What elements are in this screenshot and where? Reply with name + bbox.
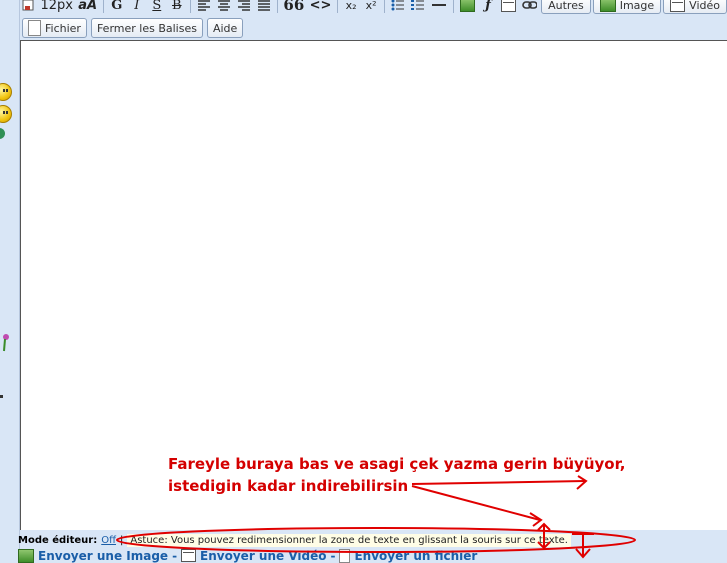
- file-icon: [339, 548, 351, 563]
- fichier-button-label: Fichier: [45, 21, 81, 35]
- link-separator: -: [330, 548, 336, 563]
- link-icon[interactable]: [520, 0, 540, 14]
- bullet-list-icon[interactable]: [389, 0, 407, 14]
- flower-icon[interactable]: [0, 333, 10, 353]
- format-toolbar: 12px aA G I S B 66 <> x₂ x² ƒ Autres Ima…: [19, 0, 727, 14]
- bold-button[interactable]: G: [108, 0, 126, 14]
- smiley-icon[interactable]: [0, 83, 12, 101]
- smiley-icon[interactable]: [0, 128, 5, 139]
- superscript-icon[interactable]: x²: [362, 0, 380, 14]
- video-button[interactable]: Vidéo: [663, 0, 727, 14]
- file-icon: [28, 20, 41, 36]
- toolbar-divider: [102, 0, 104, 13]
- flash-icon[interactable]: ƒ: [479, 0, 497, 14]
- editor-mode-toggle-link[interactable]: Off: [101, 535, 116, 546]
- status-separator: |: [120, 534, 124, 546]
- annotation-text: Fareyle buraya bas ve asagi çek yazma ge…: [168, 453, 626, 497]
- toolbar-divider: [337, 0, 339, 13]
- subscript-icon[interactable]: x₂: [342, 0, 360, 14]
- editor-status-bar: Mode éditeur: Off | Astuce: Vous pouvez …: [18, 531, 727, 549]
- font-size-select[interactable]: 12px: [39, 0, 75, 14]
- video-insert-icon[interactable]: [499, 0, 518, 14]
- strikethrough-button[interactable]: B: [168, 0, 186, 14]
- text-size-icon[interactable]: aA: [77, 0, 99, 14]
- numbered-list-icon[interactable]: [409, 0, 427, 14]
- toolbar-divider: [384, 0, 386, 13]
- image-icon: [18, 548, 34, 563]
- video-icon: [670, 0, 686, 12]
- annotation-line-1: Fareyle buraya bas ve asagi çek yazma ge…: [168, 455, 626, 473]
- align-center-icon[interactable]: [215, 0, 233, 14]
- video-button-label: Vidéo: [689, 0, 720, 12]
- align-justify-icon[interactable]: [255, 0, 273, 14]
- horizontal-rule-icon[interactable]: [429, 0, 449, 14]
- close-tags-button[interactable]: Fermer les Balises: [90, 18, 203, 38]
- link-separator: -: [172, 548, 178, 563]
- image-button-label: Image: [619, 0, 655, 12]
- code-icon[interactable]: <>: [308, 0, 333, 14]
- underline-button[interactable]: S: [148, 0, 166, 14]
- upload-links-bar: Envoyer une Image - Envoyer une Vidéo - …: [18, 548, 727, 563]
- fichier-button[interactable]: Fichier: [22, 18, 87, 38]
- help-button[interactable]: Aide: [206, 18, 244, 38]
- secondary-toolbar: Fichier Fermer les Balises Aide: [22, 18, 244, 38]
- toolbar-divider: [452, 0, 454, 13]
- annotation-line-2: istedigin kadar indirebilirsin: [168, 477, 409, 495]
- toolbar-divider: [276, 0, 278, 13]
- video-icon: [181, 549, 197, 562]
- upload-file-link[interactable]: Envoyer un fichier: [354, 549, 477, 563]
- quote-icon[interactable]: 66: [282, 0, 306, 14]
- resize-tip-text[interactable]: Astuce: Vous pouvez redimensionner la zo…: [127, 533, 571, 547]
- dot-icon: [0, 395, 3, 398]
- image-icon: [599, 0, 616, 12]
- image-button[interactable]: Image: [592, 0, 662, 14]
- smiley-icon[interactable]: [0, 105, 12, 123]
- image-insert-icon[interactable]: [458, 0, 478, 14]
- italic-button[interactable]: I: [128, 0, 146, 14]
- upload-video-link[interactable]: Envoyer une Vidéo: [200, 549, 326, 563]
- align-left-icon[interactable]: [195, 0, 213, 14]
- align-right-icon[interactable]: [235, 0, 253, 14]
- toolbar-divider: [189, 0, 191, 13]
- left-smiley-panel: [0, 0, 20, 563]
- upload-image-link[interactable]: Envoyer une Image: [38, 549, 168, 563]
- editor-mode-label: Mode éditeur:: [18, 534, 98, 546]
- autres-button[interactable]: Autres: [541, 0, 591, 14]
- color-picker-icon[interactable]: [19, 0, 37, 14]
